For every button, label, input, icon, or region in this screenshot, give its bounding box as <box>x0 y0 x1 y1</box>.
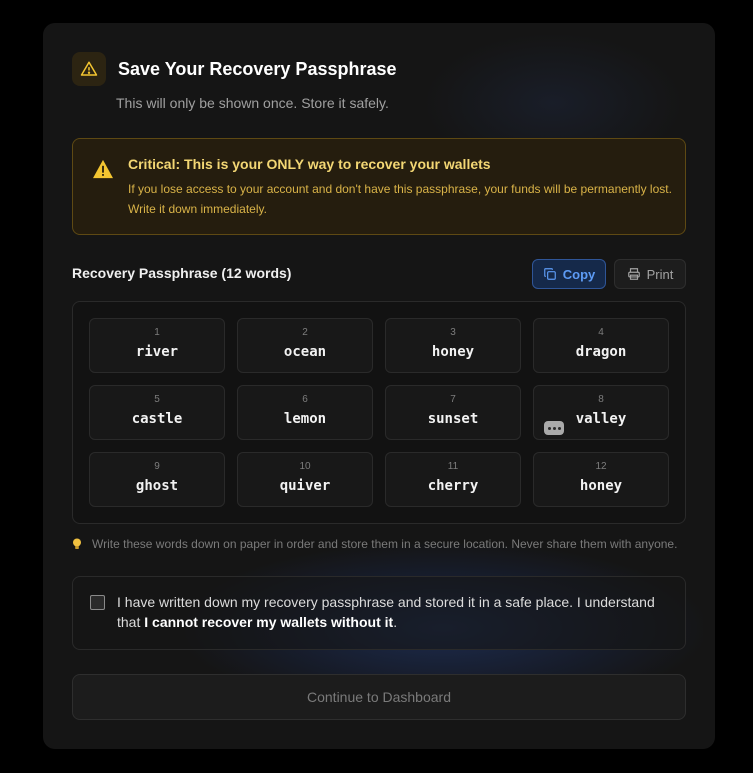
confirm-text-emphasis: I cannot recover my wallets without it <box>144 614 394 630</box>
word-number: 12 <box>595 461 607 472</box>
continue-button[interactable]: Continue to Dashboard <box>72 674 686 720</box>
tip-text: Write these words down on paper in order… <box>92 537 678 551</box>
word-number: 9 <box>154 461 160 472</box>
copy-label: Copy <box>562 266 596 282</box>
copy-icon <box>543 268 556 280</box>
warning-icon <box>92 159 114 184</box>
print-button[interactable]: Print <box>614 259 686 289</box>
confirmation-box[interactable]: I have written down my recovery passphra… <box>72 576 686 650</box>
lightbulb-icon <box>73 538 81 549</box>
modal-subtitle: This will only be shown once. Store it s… <box>116 95 389 111</box>
modal-title: Save Your Recovery Passphrase <box>118 59 397 79</box>
word-number: 10 <box>299 461 311 472</box>
word-number: 8 <box>598 394 604 405</box>
word-text: castle <box>131 411 183 427</box>
confirm-text: I have written down my recovery passphra… <box>117 592 673 632</box>
word-number: 5 <box>154 394 160 405</box>
word-grid: 1 river 2 ocean 3 honey 4 dragon 5 castle 6 lemon 7 s… <box>89 318 669 507</box>
word-text: river <box>135 344 179 360</box>
more-options-icon[interactable] <box>544 421 564 435</box>
word-cell: 11 cherry <box>385 452 521 507</box>
word-cell: 12 honey <box>533 452 669 507</box>
warning-icon <box>72 52 106 86</box>
word-cell: 1 river <box>89 318 225 373</box>
word-text: ocean <box>283 344 327 360</box>
passphrase-label: Recovery Passphrase (12 words) <box>72 265 292 281</box>
confirm-text-end: . <box>393 614 398 630</box>
word-number: 6 <box>302 394 308 405</box>
word-number: 2 <box>302 327 308 338</box>
word-number: 7 <box>450 394 456 405</box>
word-number: 11 <box>447 461 459 472</box>
word-cell: 7 sunset <box>385 385 521 440</box>
word-text: honey <box>579 478 623 494</box>
word-cell: 5 castle <box>89 385 225 440</box>
word-cell: 4 dragon <box>533 318 669 373</box>
printer-icon <box>627 268 640 280</box>
print-label: Print <box>646 266 674 282</box>
word-cell: 3 honey <box>385 318 521 373</box>
word-cell: 9 ghost <box>89 452 225 507</box>
word-text: lemon <box>283 411 327 427</box>
word-text: quiver <box>279 478 331 494</box>
word-text: sunset <box>427 411 479 427</box>
word-text: dragon <box>575 344 627 360</box>
word-text: ghost <box>135 478 179 494</box>
security-tip: Write these words down on paper in order… <box>72 537 677 551</box>
copy-button[interactable]: Copy <box>532 259 606 289</box>
word-cell: 10 quiver <box>237 452 373 507</box>
word-text: cherry <box>427 478 479 494</box>
confirm-checkbox[interactable] <box>90 595 105 610</box>
word-number: 4 <box>598 327 604 338</box>
critical-alert: Critical: This is your ONLY way to recov… <box>72 138 686 235</box>
word-cell: 2 ocean <box>237 318 373 373</box>
alert-title: Critical: This is your ONLY way to recov… <box>128 156 491 172</box>
word-cell: 6 lemon <box>237 385 373 440</box>
word-number: 3 <box>450 327 456 338</box>
word-number: 1 <box>154 327 160 338</box>
passphrase-words-box: 1 river 2 ocean 3 honey 4 dragon 5 castle 6 lemon 7 s… <box>72 301 686 524</box>
word-text: honey <box>431 344 475 360</box>
recovery-modal: Save Your Recovery Passphrase This will … <box>43 23 715 749</box>
alert-text: If you lose access to your account and d… <box>128 182 672 216</box>
